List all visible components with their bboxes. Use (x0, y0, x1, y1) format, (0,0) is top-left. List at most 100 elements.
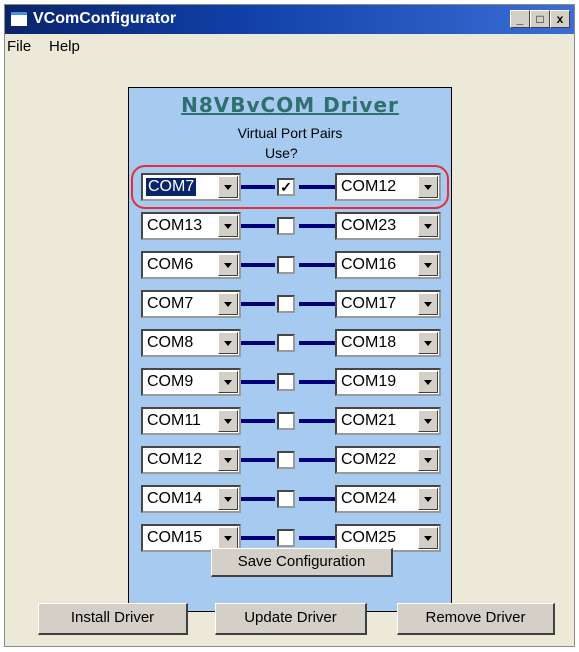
title-bar[interactable]: VComConfigurator _ □ x (5, 5, 574, 34)
right-port-value: COM23 (341, 217, 397, 234)
chevron-down-icon[interactable] (218, 293, 238, 315)
left-port-select[interactable]: COM8 (141, 329, 241, 357)
panel-subtitle: Virtual Port Pairs (237, 125, 343, 141)
chevron-down-icon[interactable] (218, 488, 238, 510)
install-driver-button[interactable]: Install Driver (38, 603, 188, 635)
left-port-select[interactable]: COM11 (141, 407, 241, 435)
left-port-value: COM7 (146, 178, 197, 196)
save-configuration-button[interactable]: Save Configuration (211, 548, 393, 577)
maximize-button[interactable]: □ (530, 10, 550, 28)
use-checkbox[interactable] (277, 490, 295, 508)
use-checkbox[interactable] (277, 334, 295, 352)
left-port-select[interactable]: COM9 (141, 368, 241, 396)
use-checkbox[interactable]: ✓ (277, 178, 295, 196)
left-port-value: COM9 (147, 373, 194, 390)
window-title: VComConfigurator (33, 10, 177, 27)
use-checkbox[interactable] (277, 295, 295, 313)
chevron-down-icon[interactable] (218, 332, 238, 354)
chevron-down-icon[interactable] (418, 527, 438, 549)
use-checkbox[interactable] (277, 412, 295, 430)
right-port-value: COM16 (341, 256, 397, 273)
port-pair-row: COM7 COM17 (141, 290, 447, 318)
chevron-down-icon[interactable] (418, 293, 438, 315)
pair-link-line (241, 341, 275, 345)
left-port-select[interactable]: COM7 (141, 290, 241, 318)
pair-link-line (241, 536, 275, 540)
left-port-value: COM6 (147, 256, 194, 273)
app-window: VComConfigurator _ □ x File Help N8VBvCO… (4, 4, 575, 647)
pair-link-line (299, 380, 335, 384)
pair-link-line (241, 185, 275, 189)
menu-bar: File Help (5, 34, 574, 58)
port-pair-row: COM8 COM18 (141, 329, 447, 357)
port-pair-row: COM11 COM21 (141, 407, 447, 435)
pair-link-line (299, 497, 335, 501)
chevron-down-icon[interactable] (418, 176, 438, 198)
left-port-value: COM11 (147, 412, 201, 429)
right-port-select[interactable]: COM22 (335, 446, 441, 474)
chevron-down-icon[interactable] (418, 254, 438, 276)
chevron-down-icon[interactable] (218, 371, 238, 393)
pair-link-line (241, 302, 275, 306)
chevron-down-icon[interactable] (418, 449, 438, 471)
menu-help[interactable]: Help (49, 38, 80, 55)
pair-link-line (241, 224, 275, 228)
left-port-select[interactable]: COM7 (141, 173, 241, 201)
left-port-value: COM8 (147, 334, 194, 351)
right-port-select[interactable]: COM12 (335, 173, 441, 201)
left-port-value: COM15 (147, 529, 203, 546)
pair-link-line (241, 497, 275, 501)
right-port-value: COM21 (341, 412, 397, 429)
chevron-down-icon[interactable] (218, 254, 238, 276)
minimize-button[interactable]: _ (510, 10, 530, 28)
left-port-select[interactable]: COM6 (141, 251, 241, 279)
right-port-select[interactable]: COM19 (335, 368, 441, 396)
port-pair-row: COM14 COM24 (141, 485, 447, 513)
pair-link-line (299, 302, 335, 306)
right-port-select[interactable]: COM23 (335, 212, 441, 240)
chevron-down-icon[interactable] (418, 488, 438, 510)
right-port-select[interactable]: COM18 (335, 329, 441, 357)
port-pair-row: COM12 COM22 (141, 446, 447, 474)
chevron-down-icon[interactable] (418, 410, 438, 432)
use-checkbox[interactable] (277, 373, 295, 391)
port-pair-row: COM6 COM16 (141, 251, 447, 279)
left-port-value: COM13 (147, 217, 203, 234)
chevron-down-icon[interactable] (218, 527, 238, 549)
right-port-value: COM12 (341, 178, 397, 195)
app-icon (11, 12, 27, 26)
chevron-down-icon[interactable] (218, 449, 238, 471)
close-button[interactable]: x (550, 10, 570, 28)
right-port-select[interactable]: COM16 (335, 251, 441, 279)
chevron-down-icon[interactable] (418, 371, 438, 393)
left-port-value: COM7 (147, 295, 194, 312)
pair-link-line (241, 380, 275, 384)
remove-driver-button[interactable]: Remove Driver (397, 603, 555, 635)
chevron-down-icon[interactable] (418, 215, 438, 237)
left-port-select[interactable]: COM13 (141, 212, 241, 240)
use-checkbox[interactable] (277, 256, 295, 274)
pair-link-line (299, 536, 335, 540)
right-port-select[interactable]: COM21 (335, 407, 441, 435)
chevron-down-icon[interactable] (218, 215, 238, 237)
port-pair-row: COM9 COM19 (141, 368, 447, 396)
pair-link-line (299, 419, 335, 423)
left-port-value: COM14 (147, 490, 203, 507)
right-port-select[interactable]: COM17 (335, 290, 441, 318)
use-checkbox[interactable] (277, 217, 295, 235)
update-driver-button[interactable]: Update Driver (215, 603, 367, 635)
use-column-label: Use? (265, 145, 298, 161)
chevron-down-icon[interactable] (218, 176, 238, 198)
chevron-down-icon[interactable] (218, 410, 238, 432)
menu-file[interactable]: File (7, 38, 31, 55)
left-port-value: COM12 (147, 451, 203, 468)
use-checkbox[interactable] (277, 451, 295, 469)
pair-link-line (241, 263, 275, 267)
left-port-select[interactable]: COM14 (141, 485, 241, 513)
driver-title: N8VBvCOM Driver (181, 93, 399, 117)
use-checkbox[interactable] (277, 529, 295, 547)
left-port-select[interactable]: COM12 (141, 446, 241, 474)
pair-link-line (299, 263, 335, 267)
right-port-select[interactable]: COM24 (335, 485, 441, 513)
chevron-down-icon[interactable] (418, 332, 438, 354)
